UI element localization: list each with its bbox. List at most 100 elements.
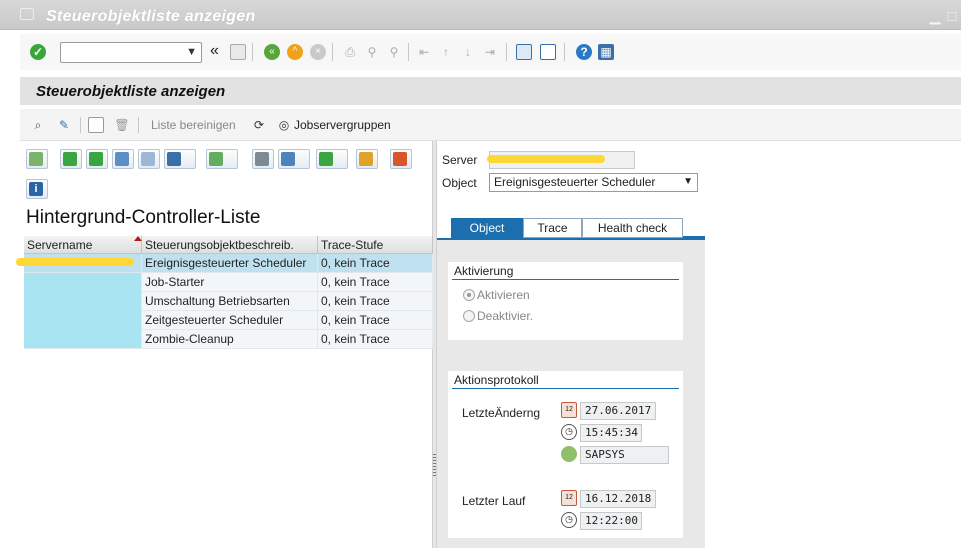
description-cell[interactable]: Ereignisgesteuerter Scheduler xyxy=(142,254,318,273)
maximize-icon[interactable]: □ xyxy=(946,9,958,23)
trace-level-cell[interactable]: 0, kein Trace xyxy=(318,311,433,330)
details-button[interactable] xyxy=(26,149,48,169)
delete-trash-icon[interactable]: 🗑 xyxy=(114,117,130,133)
target-icon: ◎ xyxy=(278,118,290,132)
print-icon[interactable]: ⎙ xyxy=(342,44,358,60)
object-label: Object xyxy=(442,176,477,190)
layout-button[interactable] xyxy=(356,149,378,169)
detail-panel: Server Object Ereignisgesteuerter Schedu… xyxy=(437,141,961,548)
filter-button[interactable] xyxy=(164,149,196,169)
trace-level-cell[interactable]: 0, kein Trace xyxy=(318,254,433,273)
export-button[interactable] xyxy=(316,149,348,169)
servername-cell[interactable] xyxy=(24,273,142,292)
bar-chart-icon xyxy=(393,152,407,166)
clock-icon: ◷ xyxy=(561,512,577,528)
tab-content: Aktivierung Aktivieren Deaktivier. Aktio… xyxy=(437,238,705,548)
activation-group: Aktivierung Aktivieren Deaktivier. xyxy=(448,262,683,340)
description-cell[interactable]: Zeitgesteuerter Scheduler xyxy=(142,311,318,330)
last-run-time-field: 12:22:00 xyxy=(580,512,642,530)
jobserver-groups-button[interactable]: Jobservergruppen xyxy=(294,118,391,132)
servername-cell[interactable] xyxy=(24,311,142,330)
binoculars-next-icon xyxy=(141,152,155,166)
trace-level-cell[interactable]: 0, kein Trace xyxy=(318,292,433,311)
graphic-button[interactable] xyxy=(390,149,412,169)
description-cell[interactable]: Zombie-Cleanup xyxy=(142,330,318,349)
clear-list-button[interactable]: Liste bereinigen xyxy=(151,118,236,132)
refresh-icon[interactable]: ⟳ xyxy=(251,117,267,133)
information-button[interactable]: i xyxy=(26,179,48,199)
column-header-description[interactable]: Steuerungsobjektbeschreib. xyxy=(142,236,318,254)
find-button[interactable] xyxy=(112,149,134,169)
command-field[interactable]: ▼ xyxy=(60,42,202,63)
printer-icon xyxy=(255,152,269,166)
activate-radio[interactable] xyxy=(463,289,475,301)
display-change-glasses-icon[interactable]: ⌕ xyxy=(30,117,46,133)
views-button[interactable] xyxy=(278,149,310,169)
table-row[interactable]: Zombie-Cleanup 0, kein Trace xyxy=(24,330,433,349)
servername-cell[interactable] xyxy=(24,292,142,311)
back-history-button[interactable]: « xyxy=(210,42,219,60)
find-icon[interactable]: ⚲ xyxy=(364,44,380,60)
column-header-trace-level[interactable]: Trace-Stufe xyxy=(318,236,433,254)
last-change-label: LetzteÄnderng xyxy=(462,406,541,420)
save-icon[interactable] xyxy=(230,44,246,60)
trace-level-cell[interactable]: 0, kein Trace xyxy=(318,273,433,292)
last-run-date-field: 16.12.2018 xyxy=(580,490,656,508)
cancel-icon[interactable]: × xyxy=(310,44,326,60)
new-document-icon[interactable] xyxy=(88,117,104,133)
sort-ascending-icon xyxy=(63,152,77,166)
page-title: Steuerobjektliste anzeigen xyxy=(36,83,226,100)
servername-cell[interactable] xyxy=(24,330,142,349)
back-icon[interactable]: « xyxy=(264,44,280,60)
previous-page-icon[interactable]: ↑ xyxy=(438,44,454,60)
edit-pencil-icon[interactable]: ✎ xyxy=(56,117,72,133)
shortcut-icon[interactable] xyxy=(540,44,556,60)
description-cell[interactable]: Umschaltung Betriebsarten xyxy=(142,292,318,311)
print-preview-button[interactable] xyxy=(252,149,274,169)
table-row[interactable]: Zeitgesteuerter Scheduler 0, kein Trace xyxy=(24,311,433,330)
last-change-time-field: 15:45:34 xyxy=(580,424,642,442)
user-icon xyxy=(561,446,577,462)
table-row[interactable]: Umschaltung Betriebsarten 0, kein Trace xyxy=(24,292,433,311)
tab-object[interactable]: Object xyxy=(451,218,523,238)
exit-icon[interactable]: ^ xyxy=(287,44,303,60)
total-button[interactable] xyxy=(206,149,238,169)
activation-group-title: Aktivierung xyxy=(454,264,514,278)
last-change-date-field: 27.06.2017 xyxy=(580,402,656,420)
activate-radio-label: Aktivieren xyxy=(477,288,530,302)
last-page-icon[interactable]: ⇥ xyxy=(482,44,498,60)
create-session-icon[interactable] xyxy=(516,44,532,60)
layout-grid-icon xyxy=(359,152,373,166)
sort-descending-button[interactable] xyxy=(86,149,108,169)
find-next-button[interactable] xyxy=(138,149,160,169)
deactivate-radio[interactable] xyxy=(463,310,475,322)
last-run-label: Letzter Lauf xyxy=(462,494,526,508)
object-dropdown[interactable]: Ereignisgesteuerter Scheduler ▼ xyxy=(489,173,698,192)
export-icon xyxy=(319,152,333,166)
sort-ascending-button[interactable] xyxy=(60,149,82,169)
application-toolbar: ⌕ ✎ 🗑 Liste bereinigen ⟳ ◎ Jobservergrup… xyxy=(20,109,961,141)
tab-trace[interactable]: Trace xyxy=(523,218,582,238)
enter-check-icon[interactable]: ✓ xyxy=(30,44,46,60)
description-cell[interactable]: Job-Starter xyxy=(142,273,318,292)
system-toolbar: ✓ ▼ « « ^ × ⎙ ⚲ ⚲ ⇤ ↑ ↓ ⇥ ? ▦ xyxy=(20,34,961,70)
customize-layout-icon[interactable]: ▦ xyxy=(598,44,614,60)
object-dropdown-value: Ereignisgesteuerter Scheduler xyxy=(494,175,656,189)
chevron-down-icon: ▼ xyxy=(683,176,693,187)
next-page-icon[interactable]: ↓ xyxy=(460,44,476,60)
trace-level-cell[interactable]: 0, kein Trace xyxy=(318,330,433,349)
minimize-icon[interactable]: ▁ xyxy=(929,9,941,23)
redaction-mark xyxy=(16,258,134,266)
table-row[interactable]: Job-Starter 0, kein Trace xyxy=(24,273,433,292)
first-page-icon[interactable]: ⇤ xyxy=(416,44,432,60)
window-title: Steuerobjektliste anzeigen xyxy=(46,8,256,25)
find-next-icon[interactable]: ⚲ xyxy=(386,44,402,60)
help-icon[interactable]: ? xyxy=(576,44,592,60)
tab-health-check[interactable]: Health check xyxy=(582,218,683,238)
list-title: Hintergrund-Controller-Liste xyxy=(26,207,261,228)
calendar-icon: 12 xyxy=(561,490,577,506)
column-header-servername[interactable]: Servername xyxy=(24,236,142,254)
chevron-down-icon: ▼ xyxy=(186,46,197,58)
binoculars-icon xyxy=(115,152,129,166)
info-icon: i xyxy=(29,182,43,196)
